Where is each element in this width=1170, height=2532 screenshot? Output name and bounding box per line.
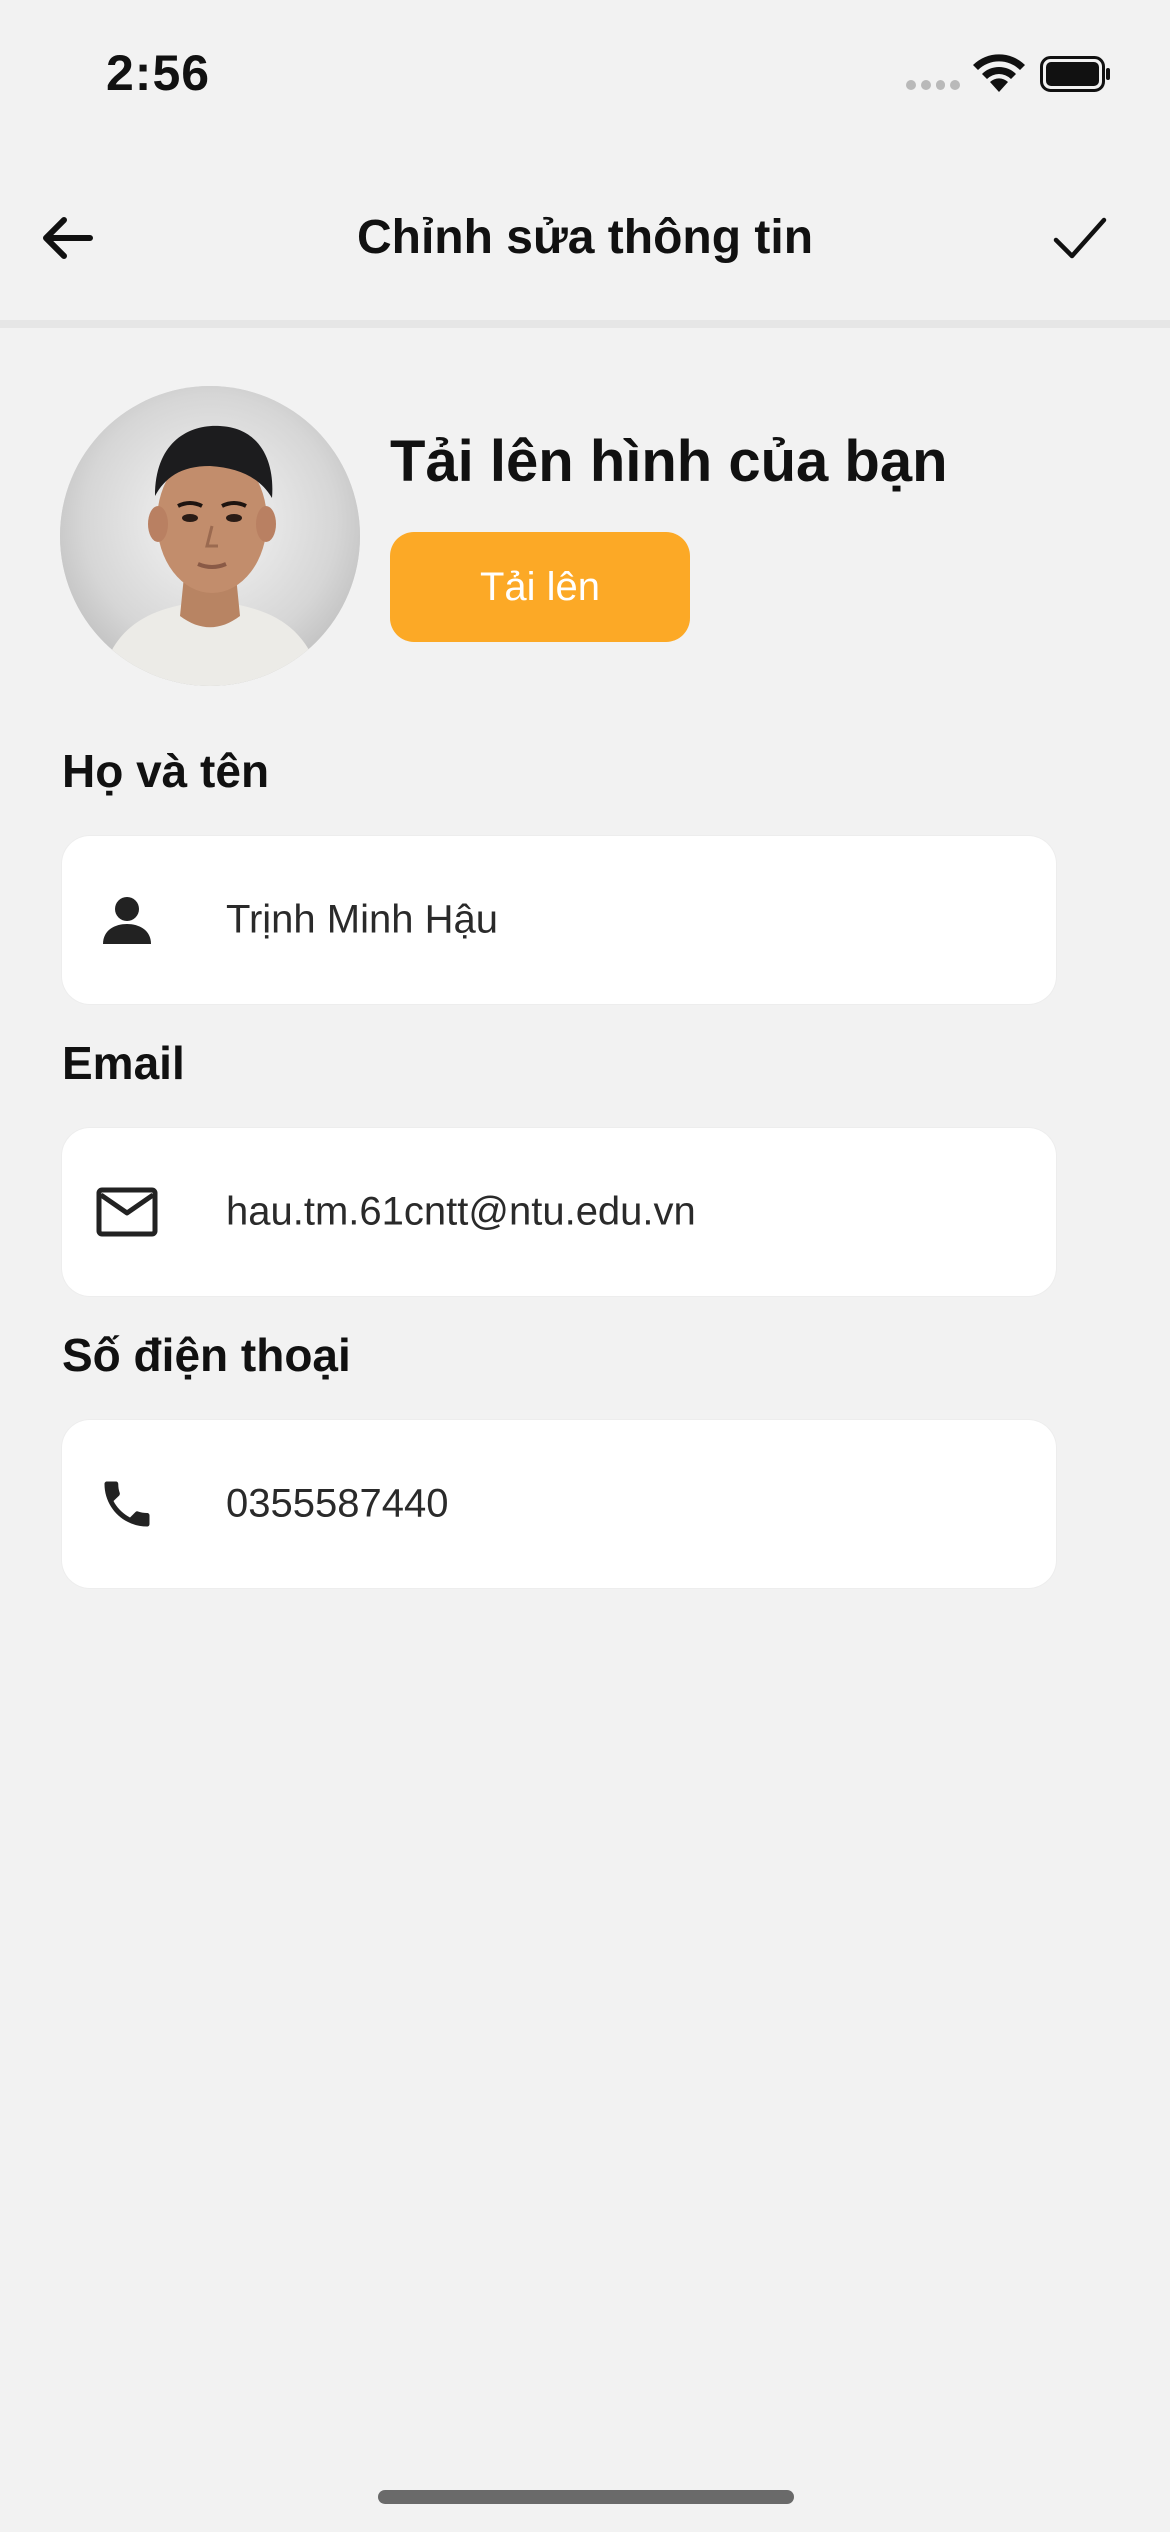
email-label: Email <box>62 1037 185 1089</box>
avatar[interactable] <box>60 386 360 686</box>
navigation-bar: Chỉnh sửa thông tin <box>0 180 1170 320</box>
name-input[interactable]: Trịnh Minh Hậu <box>226 898 1026 943</box>
save-button[interactable] <box>1040 202 1120 274</box>
phone-field[interactable]: 0355587440 <box>62 1420 1056 1588</box>
status-time: 2:56 <box>106 45 211 101</box>
mail-icon <box>94 1179 160 1245</box>
edit-profile-screen: 2:56 Chỉnh sửa thông tin Tải lên hình củ… <box>0 0 1170 2532</box>
email-field[interactable]: hau.tm.61cntt@ntu.edu.vn <box>62 1128 1056 1296</box>
wifi-icon <box>973 54 1025 92</box>
battery-icon <box>1040 56 1110 92</box>
page-title: Chỉnh sửa thông tin <box>356 211 814 264</box>
phone-input[interactable]: 0355587440 <box>226 1482 1026 1527</box>
name-label: Họ và tên <box>62 745 270 797</box>
cellular-signal-icon <box>906 80 960 90</box>
status-bar: 2:56 <box>0 0 1170 150</box>
phone-label: Số điện thoại <box>62 1329 351 1381</box>
profile-photo <box>60 386 360 686</box>
nav-divider <box>0 320 1170 328</box>
phone-icon <box>94 1471 160 1537</box>
checkmark-icon <box>1053 217 1107 259</box>
name-field[interactable]: Trịnh Minh Hậu <box>62 836 1056 1004</box>
email-input[interactable]: hau.tm.61cntt@ntu.edu.vn <box>226 1190 1026 1235</box>
upload-heading: Tải lên hình của bạn <box>390 429 948 494</box>
upload-button[interactable]: Tải lên <box>390 532 690 642</box>
person-icon <box>94 887 160 953</box>
home-indicator[interactable] <box>378 2490 794 2504</box>
